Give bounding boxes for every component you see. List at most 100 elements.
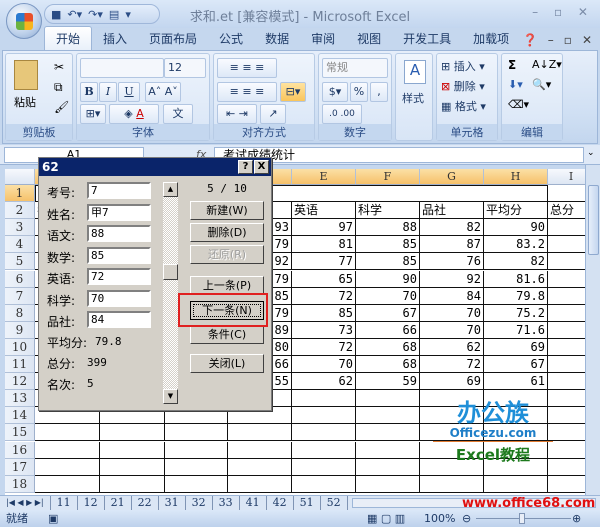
tab-7[interactable]: 开发工具 <box>392 27 462 50</box>
cell[interactable]: 73 <box>292 321 356 339</box>
sheet-tab[interactable]: 22 <box>132 496 159 510</box>
tab-5[interactable]: 审阅 <box>300 27 346 50</box>
zoom-level[interactable]: 100% <box>424 510 455 527</box>
column-header[interactable]: E <box>292 169 356 185</box>
help-icon[interactable]: ❓ <box>523 33 538 47</box>
cell[interactable]: 平均分 <box>484 202 548 220</box>
cell[interactable] <box>548 322 585 339</box>
cell[interactable] <box>292 458 356 476</box>
cell[interactable]: 英语 <box>292 202 356 220</box>
border-icon[interactable]: ⊞▾ <box>80 104 106 124</box>
cell[interactable] <box>292 407 356 425</box>
copy-icon[interactable]: ⧉ <box>54 80 63 95</box>
cell[interactable] <box>548 373 585 391</box>
office-button[interactable] <box>6 3 42 39</box>
help-button[interactable]: ? <box>238 160 253 174</box>
field-input[interactable]: 88 <box>87 225 151 242</box>
phonetic-icon[interactable]: 文 <box>163 104 193 124</box>
cell[interactable] <box>165 441 228 459</box>
paste-icon[interactable] <box>14 60 38 90</box>
cell[interactable]: 68 <box>356 338 420 356</box>
cell[interactable] <box>548 339 585 356</box>
cell[interactable]: 90 <box>356 270 420 288</box>
cell[interactable]: 81.6 <box>484 270 548 288</box>
criteria-button[interactable]: 条件(C) <box>190 325 264 344</box>
row-header[interactable]: 15 <box>5 424 35 442</box>
cell[interactable]: 72 <box>420 356 484 374</box>
cell[interactable] <box>292 475 356 493</box>
window-controls[interactable]: – ▫ ✕ <box>532 5 594 19</box>
row-header[interactable]: 2 <box>5 202 35 220</box>
cell[interactable]: 85 <box>292 304 356 322</box>
cell[interactable]: 65 <box>292 270 356 288</box>
cell[interactable] <box>356 424 420 442</box>
row-header[interactable]: 5 <box>5 253 35 271</box>
font-grow-shrink-icon[interactable]: A˄ A˅ <box>145 82 181 102</box>
cell[interactable]: 68 <box>356 356 420 374</box>
cell[interactable]: 75.2 <box>484 304 548 322</box>
cell[interactable]: 85 <box>356 236 420 254</box>
close-dialog-button[interactable]: 关闭(L) <box>190 354 264 373</box>
styles-button[interactable]: 样式 <box>402 90 424 106</box>
sheet-tab[interactable]: 41 <box>240 496 267 510</box>
column-header[interactable]: G <box>420 169 484 185</box>
find-icon[interactable]: 🔍▾ <box>532 78 551 91</box>
cell[interactable] <box>356 407 420 425</box>
row-header[interactable]: 6 <box>5 270 35 288</box>
cell[interactable]: 62 <box>420 338 484 356</box>
sheet-tab[interactable]: 42 <box>267 496 294 510</box>
cell[interactable]: 85 <box>356 253 420 271</box>
cell[interactable] <box>35 475 100 493</box>
cell[interactable] <box>548 476 585 493</box>
cell[interactable]: 70 <box>292 356 356 374</box>
form-icon[interactable]: ▤ <box>109 8 119 21</box>
row-header[interactable]: 4 <box>5 236 35 254</box>
fill-font-color-icon[interactable]: ◈ A <box>109 104 159 124</box>
insert-cells-button[interactable]: ⊞ 插入 ▾ <box>441 58 485 74</box>
row-header[interactable]: 12 <box>5 373 35 391</box>
indent-icon[interactable]: ⇤ ⇥ <box>217 104 257 124</box>
cell[interactable] <box>165 424 228 442</box>
cell[interactable] <box>548 288 585 305</box>
expand-formula-icon[interactable]: ⌄ <box>587 148 595 158</box>
cell[interactable]: 品社 <box>420 202 484 220</box>
tab-3[interactable]: 公式 <box>208 27 254 50</box>
cell[interactable] <box>548 356 585 374</box>
sheet-tab[interactable]: 33 <box>213 496 240 510</box>
cell[interactable] <box>484 475 548 493</box>
decimal-icon[interactable]: .0 .00 <box>322 104 362 124</box>
cell[interactable] <box>292 441 356 459</box>
cell[interactable] <box>228 475 292 493</box>
cell[interactable] <box>420 475 484 493</box>
column-header[interactable]: H <box>484 169 548 185</box>
zoom-slider-thumb[interactable] <box>519 513 525 524</box>
cell[interactable] <box>548 305 585 322</box>
minimize-workbook-icon[interactable]: – <box>548 33 554 47</box>
cell[interactable]: 82 <box>420 219 484 237</box>
cell[interactable]: 81 <box>292 236 356 254</box>
cell[interactable]: 82 <box>484 253 548 271</box>
cell[interactable]: 87 <box>420 236 484 254</box>
restore-button[interactable]: 还原(R) <box>190 245 264 264</box>
delete-cells-button[interactable]: ⊠ 删除 ▾ <box>441 78 485 94</box>
new-button[interactable]: 新建(W) <box>190 201 264 220</box>
cell[interactable]: 66 <box>356 321 420 339</box>
sheet-tab[interactable]: 52 <box>321 496 348 510</box>
styles-icon[interactable]: A <box>404 60 426 84</box>
select-all-corner[interactable] <box>5 169 35 185</box>
row-header[interactable]: 8 <box>5 304 35 322</box>
cell[interactable]: 71.6 <box>484 321 548 339</box>
number-format-select[interactable]: 常规 <box>322 58 388 78</box>
cut-icon[interactable]: ✂ <box>54 60 64 74</box>
cell[interactable] <box>548 253 585 271</box>
field-input[interactable]: 70 <box>87 289 151 307</box>
row-header[interactable]: 1 <box>5 185 35 203</box>
close-workbook-icon[interactable]: ✕ <box>582 33 592 47</box>
cell[interactable] <box>356 475 420 493</box>
cell[interactable]: 70 <box>420 321 484 339</box>
cell[interactable] <box>35 424 100 442</box>
row-header[interactable]: 3 <box>5 219 35 237</box>
tab-4[interactable]: 数据 <box>254 27 300 50</box>
cell[interactable] <box>165 458 228 476</box>
field-input[interactable]: 7 <box>87 182 151 199</box>
